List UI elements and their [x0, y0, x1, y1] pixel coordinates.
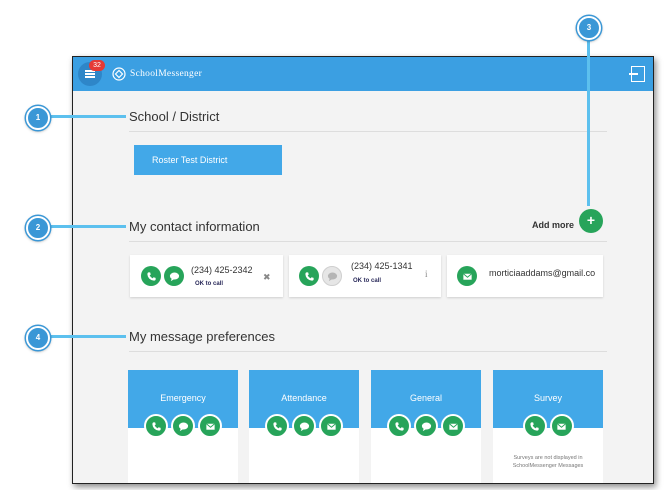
close-icon[interactable]: ✖ [263, 272, 271, 283]
chat-icon[interactable] [292, 414, 316, 438]
district-tile[interactable]: Roster Test District [134, 145, 282, 175]
pref-label: General [409, 393, 443, 403]
pref-label: Survey [533, 393, 562, 403]
survey-note: Surveys are not displayed in SchoolMesse… [512, 455, 584, 469]
message-preferences-title: My message preferences [129, 329, 275, 344]
phone-number: (234) 425-1341 [351, 261, 413, 271]
pref-card-general[interactable]: General [371, 370, 481, 483]
pref-card-survey[interactable]: Survey Surveys are not displayed in Scho… [493, 370, 603, 483]
phone-icon[interactable] [141, 266, 161, 286]
callout-1: 1 [26, 106, 50, 130]
callout-arrow [48, 115, 126, 118]
contact-card-email[interactable]: morticiaaddams@gmail.co [447, 255, 603, 297]
callout-arrow [48, 225, 126, 228]
top-bar: 32 SchoolMessenger [73, 57, 653, 91]
phone-icon[interactable] [144, 414, 168, 438]
divider [129, 131, 607, 132]
phone-number: (234) 425-2342 [191, 265, 253, 275]
email-icon[interactable] [319, 414, 343, 438]
callout-arrow [587, 36, 590, 206]
call-status: OK to call [353, 278, 382, 284]
callout-arrow [48, 335, 126, 338]
info-icon[interactable]: i [425, 269, 428, 279]
pref-label: Attendance [281, 393, 327, 403]
contact-card-phone-2[interactable]: (234) 425-1341 OK to call i [289, 255, 441, 297]
add-more-label[interactable]: Add more [532, 220, 574, 230]
email-icon[interactable] [549, 414, 574, 438]
callout-3: 3 [577, 16, 601, 40]
email-icon[interactable] [457, 266, 477, 286]
chat-icon[interactable] [414, 414, 438, 438]
pref-card-emergency[interactable]: Emergency [128, 370, 238, 483]
divider [129, 351, 607, 352]
sign-out-button[interactable] [629, 66, 645, 82]
pref-channels [371, 414, 481, 438]
pref-channels [493, 414, 603, 438]
email-icon[interactable] [441, 414, 465, 438]
phone-icon[interactable] [265, 414, 289, 438]
sms-icon-disabled[interactable] [322, 266, 342, 286]
pref-card-attendance[interactable]: Attendance [249, 370, 359, 483]
email-address: morticiaaddams@gmail.co [489, 268, 596, 278]
phone-icon[interactable] [522, 414, 547, 438]
call-status: OK to call [195, 281, 224, 287]
email-icon[interactable] [198, 414, 222, 438]
pref-channels [249, 414, 359, 438]
schoolmessenger-logo-icon [112, 67, 126, 81]
pref-label: Emergency [160, 393, 206, 403]
add-contact-button[interactable]: + [579, 209, 603, 233]
phone-icon[interactable] [299, 266, 319, 286]
app-window: 32 SchoolMessenger School / District Ros… [72, 56, 654, 484]
contact-info-title: My contact information [129, 219, 260, 234]
sign-out-icon [629, 73, 638, 75]
pref-channels [128, 414, 238, 438]
chat-icon[interactable] [171, 414, 195, 438]
callout-2: 2 [26, 216, 50, 240]
brand-name: SchoolMessenger [130, 69, 203, 79]
divider [129, 241, 607, 242]
callout-4: 4 [26, 326, 50, 350]
notification-badge: 32 [89, 60, 105, 71]
sms-icon[interactable] [164, 266, 184, 286]
contact-card-phone-1[interactable]: (234) 425-2342 OK to call ✖ [130, 255, 283, 297]
phone-icon[interactable] [387, 414, 411, 438]
school-district-title: School / District [129, 109, 220, 124]
brand-logo: SchoolMessenger [112, 65, 202, 83]
menu-button[interactable]: 32 [78, 60, 105, 86]
